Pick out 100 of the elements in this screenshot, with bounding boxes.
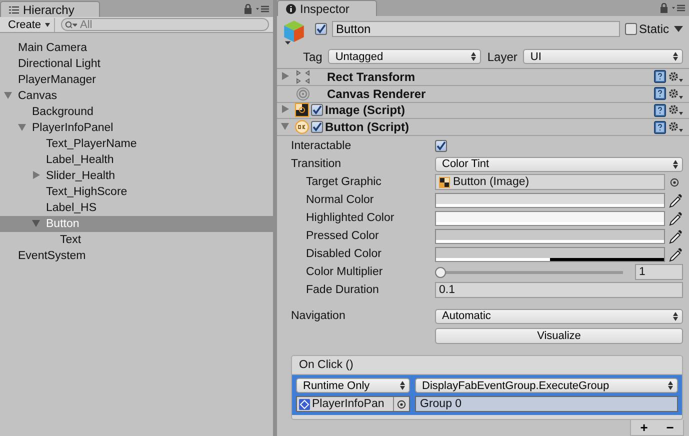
- interactable-checkbox[interactable]: [435, 140, 447, 152]
- ok-button-icon: [295, 120, 309, 134]
- slider-thumb[interactable]: [435, 266, 446, 278]
- static-checkbox[interactable]: [624, 22, 637, 34]
- collapsed-arrow-icon[interactable]: [281, 72, 289, 80]
- hierarchy-item[interactable]: Background: [0, 104, 273, 120]
- enabled-checkbox[interactable]: [311, 121, 323, 134]
- gear-icon[interactable]: [668, 121, 683, 134]
- color-field[interactable]: [435, 192, 665, 208]
- rect-transform-icon: [295, 70, 311, 84]
- argument-field[interactable]: Group 0: [415, 396, 678, 412]
- collapsed-arrow-icon[interactable]: [281, 105, 289, 114]
- target-object-field[interactable]: PlayerInfoPan: [296, 396, 410, 412]
- enabled-checkbox[interactable]: [311, 104, 323, 116]
- hierarchy-item[interactable]: EventSystem: [0, 248, 273, 264]
- layer-dropdown[interactable]: UI: [523, 49, 683, 64]
- expanded-arrow-icon[interactable]: [18, 123, 26, 131]
- property-label: Pressed Color: [306, 230, 380, 242]
- expanded-arrow-icon[interactable]: [4, 91, 12, 99]
- hierarchy-item[interactable]: Main Camera: [0, 40, 273, 56]
- hierarchy-item[interactable]: Canvas: [0, 88, 273, 104]
- active-checkbox[interactable]: [315, 22, 327, 34]
- visualize-button[interactable]: Visualize: [435, 328, 683, 344]
- color-field[interactable]: [435, 246, 665, 262]
- menu-icon[interactable]: [256, 5, 269, 13]
- number-field[interactable]: 0.1: [435, 282, 683, 298]
- object-picker-icon[interactable]: [397, 400, 406, 408]
- component-header[interactable]: Button (Script): [277, 119, 689, 136]
- hierarchy-item[interactable]: Directional Light: [0, 56, 273, 72]
- object-field[interactable]: Button (Image): [435, 174, 665, 190]
- property-label: Fade Duration: [306, 284, 380, 296]
- hierarchy-item[interactable]: PlayerManager: [0, 72, 273, 88]
- expanded-arrow-icon[interactable]: [281, 122, 289, 130]
- gear-icon[interactable]: [668, 88, 683, 100]
- object-icon: [299, 398, 310, 410]
- caret-icon: [45, 22, 50, 26]
- gear-icon[interactable]: [668, 70, 683, 83]
- property-label: Transition: [291, 158, 342, 170]
- color-field[interactable]: [435, 228, 665, 244]
- image-component-icon: [295, 103, 309, 118]
- help-icon[interactable]: [654, 70, 666, 84]
- updown-arrows-icon: [673, 312, 678, 320]
- property-label: Navigation: [291, 310, 346, 322]
- hierarchy-item[interactable]: PlayerInfoPanel: [0, 120, 273, 136]
- hierarchy-tab[interactable]: Hierarchy: [0, 1, 100, 17]
- search-field[interactable]: All: [61, 18, 269, 31]
- property-dropdown[interactable]: Automatic: [435, 308, 683, 324]
- help-icon[interactable]: [654, 120, 666, 134]
- dropdown-arrow-icon[interactable]: [674, 26, 683, 32]
- collapsed-arrow-icon[interactable]: [32, 171, 40, 179]
- property-label: Target Graphic: [306, 176, 382, 188]
- property-label: Color Multiplier: [306, 266, 384, 278]
- hierarchy-item[interactable]: Label_HS: [0, 200, 273, 216]
- property-dropdown[interactable]: Color Tint: [435, 156, 683, 172]
- hierarchy-item[interactable]: Text: [0, 232, 273, 248]
- tag-label: Tag: [303, 50, 322, 64]
- property-label: Interactable: [291, 140, 352, 152]
- object-name-field[interactable]: Button: [332, 20, 620, 36]
- lock-icon[interactable]: [244, 4, 252, 14]
- eyedropper-icon[interactable]: [669, 210, 683, 226]
- tag-dropdown[interactable]: Untagged: [328, 49, 482, 64]
- function-dropdown[interactable]: DisplayFabEventGroup.ExecuteGroup: [415, 378, 678, 393]
- inspector-tab[interactable]: Inspector: [277, 0, 377, 16]
- number-field[interactable]: 1: [635, 264, 683, 280]
- gear-icon[interactable]: [668, 104, 683, 116]
- property-label: Highlighted Color: [306, 212, 396, 224]
- hierarchy-item[interactable]: Text_PlayerName: [0, 136, 273, 152]
- updown-arrows-icon: [673, 52, 678, 61]
- color-field[interactable]: [435, 210, 665, 226]
- updown-arrows-icon: [673, 160, 678, 168]
- event-title: On Click (): [299, 359, 354, 371]
- updown-arrows-icon: [471, 52, 476, 61]
- updown-arrows-icon: [400, 381, 405, 390]
- eyedropper-icon[interactable]: [669, 228, 683, 244]
- image-icon: [439, 176, 450, 188]
- info-icon: [286, 4, 296, 14]
- hierarchy-item[interactable]: Label_Health: [0, 152, 273, 168]
- remove-button[interactable]: −: [657, 420, 683, 435]
- component-header[interactable]: Rect Transform: [277, 69, 689, 86]
- hierarchy-item[interactable]: Text_HighScore: [0, 184, 273, 200]
- create-button[interactable]: Create: [4, 18, 56, 32]
- component-header[interactable]: Canvas Renderer: [277, 86, 689, 102]
- object-picker-icon[interactable]: [670, 178, 678, 186]
- component-header[interactable]: Image (Script): [277, 102, 689, 120]
- eyedropper-icon[interactable]: [669, 192, 683, 208]
- lock-icon[interactable]: [660, 3, 668, 13]
- static-label: Static: [638, 22, 669, 36]
- menu-icon[interactable]: [672, 4, 685, 12]
- hierarchy-item[interactable]: Slider_Health: [0, 168, 273, 184]
- list-icon: [9, 6, 19, 14]
- help-icon[interactable]: [654, 104, 666, 117]
- eyedropper-icon[interactable]: [669, 246, 683, 262]
- add-button[interactable]: +: [631, 420, 657, 435]
- runtime-dropdown[interactable]: Runtime Only: [296, 378, 410, 393]
- updown-arrows-icon: [668, 381, 673, 390]
- help-icon[interactable]: [654, 87, 666, 100]
- target-rings-icon: [295, 86, 311, 101]
- search-icon: [65, 21, 78, 29]
- layer-label: Layer: [487, 50, 518, 64]
- property-label: Normal Color: [306, 194, 375, 206]
